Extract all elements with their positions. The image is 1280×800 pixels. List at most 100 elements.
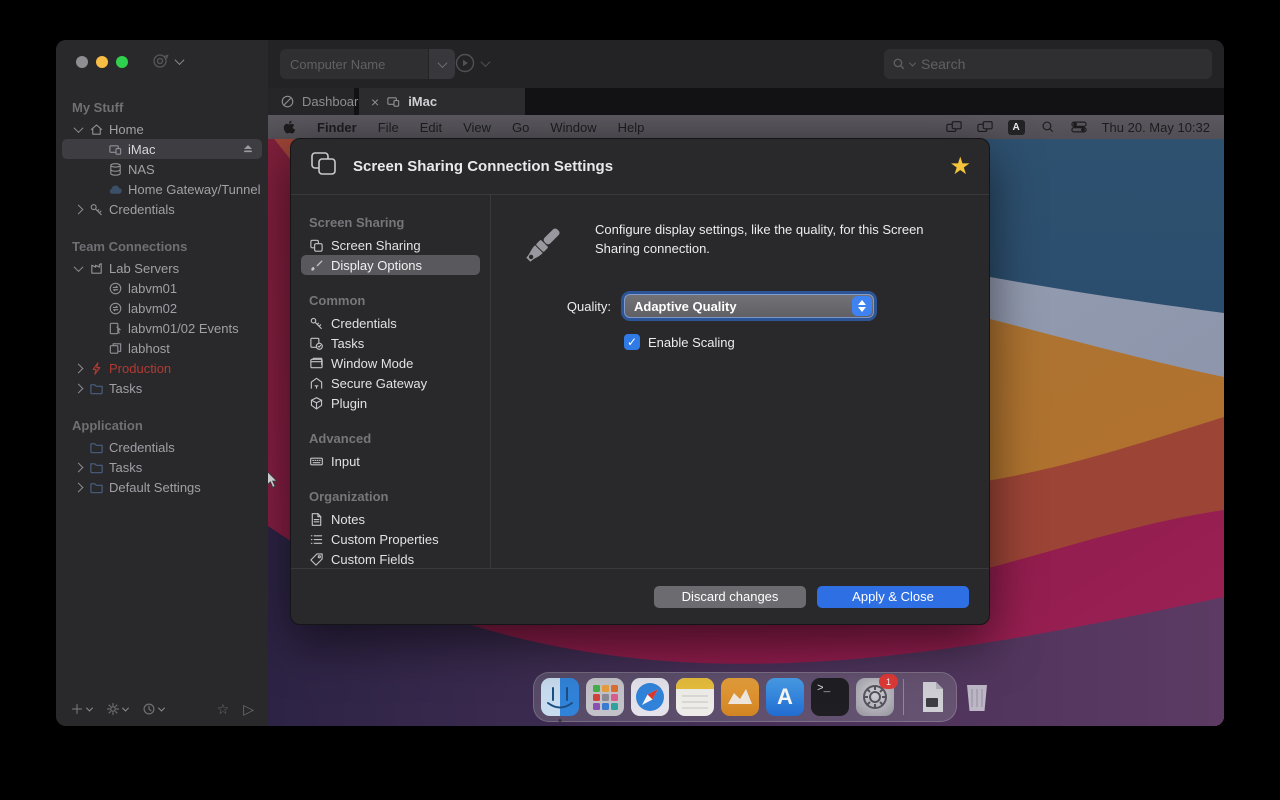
menu-go[interactable]: Go [512, 120, 529, 135]
chevron-right-icon[interactable] [73, 204, 83, 214]
dialog-nav: Screen Sharing Screen Sharing Display Op… [291, 195, 491, 568]
dashboard-icon [280, 94, 295, 109]
sidebar-item-app-tasks[interactable]: Tasks [62, 457, 262, 477]
apply-close-button[interactable]: Apply & Close [817, 586, 969, 608]
sidebar-item-labvm02[interactable]: labvm02 [62, 298, 262, 318]
settings-button[interactable] [106, 702, 128, 716]
chevron-down-icon[interactable] [73, 262, 83, 272]
close-tab-icon[interactable]: × [371, 95, 379, 109]
select-stepper-icon [852, 296, 872, 316]
connect-button[interactable] [454, 52, 489, 74]
sidebar-item-production[interactable]: Production [62, 358, 262, 378]
sidebar-item-labhost[interactable]: labhost [62, 338, 262, 358]
trash-dock-icon[interactable] [958, 678, 996, 716]
plus-icon [70, 702, 84, 716]
nav-item-custom-fields[interactable]: Custom Fields [301, 549, 480, 569]
menu-view[interactable]: View [463, 120, 491, 135]
keyboard-icon [309, 454, 324, 469]
apple-logo-icon[interactable] [282, 119, 296, 135]
chevron-down-icon [437, 58, 447, 68]
menu-file[interactable]: File [378, 120, 399, 135]
menu-finder[interactable]: Finder [317, 120, 357, 135]
nav-item-tasks[interactable]: Tasks [301, 333, 480, 353]
sidebar-item-tasks[interactable]: Tasks [62, 378, 262, 398]
search-input[interactable] [919, 55, 1204, 73]
nav-item-display-options[interactable]: Display Options [301, 255, 480, 275]
sidebar-item-default-settings[interactable]: Default Settings [62, 477, 262, 497]
displays-icon[interactable] [977, 120, 993, 134]
tab-dashboard[interactable]: Dashboard [268, 88, 354, 115]
screens-icon [309, 238, 324, 253]
chevron-right-icon[interactable] [73, 383, 83, 393]
favorite-star-icon[interactable]: ★ [949, 155, 971, 179]
minimize-window-button[interactable] [96, 56, 108, 68]
sidebar-item-lab-servers[interactable]: Lab Servers [62, 258, 262, 278]
connect-target-button[interactable] [152, 52, 183, 70]
list-icon [309, 532, 324, 547]
quality-label: Quality: [491, 299, 611, 314]
sidebar-item-labvm-events[interactable]: labvm01/02 Events [62, 318, 262, 338]
run-icon[interactable]: ▷ [243, 701, 254, 718]
quality-row: Quality: Adaptive Quality [491, 294, 874, 318]
sidebar-item-home-gateway[interactable]: Home Gateway/Tunnel [62, 179, 262, 199]
nav-item-plugin[interactable]: Plugin [301, 393, 480, 413]
running-indicator [559, 719, 562, 722]
sidebar-item-label: NAS [128, 162, 155, 177]
finder-dock-icon[interactable] [541, 678, 579, 716]
remote-session-view[interactable]: Finder File Edit View Go Window Help A T… [268, 115, 1224, 726]
chevron-right-icon[interactable] [73, 482, 83, 492]
spotlight-icon[interactable] [1040, 120, 1056, 134]
sidebar-item-credentials[interactable]: Credentials [62, 199, 262, 219]
nav-item-credentials[interactable]: Credentials [301, 313, 480, 333]
computer-name-dropdown-button[interactable] [429, 49, 455, 79]
computer-name-input[interactable] [280, 49, 428, 79]
zoom-window-button[interactable] [116, 56, 128, 68]
sidebar-item-label: Lab Servers [109, 261, 179, 276]
tab-imac[interactable]: × iMac [359, 88, 525, 115]
displays-icon[interactable] [946, 120, 962, 134]
system-preferences-dock-icon[interactable]: 1 [856, 678, 894, 716]
sidebar-item-label: Credentials [109, 202, 175, 217]
nav-item-custom-properties[interactable]: Custom Properties [301, 529, 480, 549]
menu-edit[interactable]: Edit [420, 120, 442, 135]
add-button[interactable] [70, 702, 92, 716]
discard-changes-button[interactable]: Discard changes [654, 586, 806, 608]
favorite-star-icon[interactable]: ☆ [217, 701, 230, 718]
sync-button[interactable] [142, 702, 164, 716]
document-dock-icon[interactable] [913, 678, 951, 716]
sidebar-item-app-credentials[interactable]: Credentials [62, 437, 262, 457]
search-field[interactable] [884, 49, 1212, 79]
chevron-right-icon[interactable] [73, 462, 83, 472]
menu-bar-clock[interactable]: Thu 20. May 10:32 [1102, 120, 1210, 135]
safari-dock-icon[interactable] [631, 678, 669, 716]
sidebar-item-nas[interactable]: NAS [62, 159, 262, 179]
royal-tsx-dock-icon[interactable] [721, 678, 759, 716]
chevron-down-icon[interactable] [73, 123, 83, 133]
nav-item-label: Custom Properties [331, 532, 439, 547]
input-source-icon[interactable]: A [1008, 120, 1025, 135]
launchpad-dock-icon[interactable] [586, 678, 624, 716]
sidebar-item-label: labvm01 [128, 281, 177, 296]
nav-item-notes[interactable]: Notes [301, 509, 480, 529]
eject-icon[interactable] [242, 142, 254, 157]
chevron-right-icon[interactable] [73, 363, 83, 373]
app-store-dock-icon[interactable]: A [766, 678, 804, 716]
enable-scaling-checkbox[interactable]: ✓ [624, 334, 640, 350]
nav-item-window-mode[interactable]: Window Mode [301, 353, 480, 373]
screen: My Stuff Home iMac NAS Home Gateway/Tunn… [0, 0, 1280, 800]
sidebar-item-imac[interactable]: iMac [62, 139, 262, 159]
menu-help[interactable]: Help [618, 120, 645, 135]
control-center-icon[interactable] [1071, 120, 1087, 134]
menu-window[interactable]: Window [550, 120, 596, 135]
close-window-button[interactable] [76, 56, 88, 68]
nav-item-secure-gateway[interactable]: Secure Gateway [301, 373, 480, 393]
quality-select[interactable]: Adaptive Quality [624, 294, 874, 318]
sidebar-item-labvm01[interactable]: labvm01 [62, 278, 262, 298]
nav-item-label: Credentials [331, 316, 397, 331]
royal-tsx-window: My Stuff Home iMac NAS Home Gateway/Tunn… [56, 40, 1224, 726]
terminal-dock-icon[interactable]: >_ [811, 678, 849, 716]
sidebar-item-home[interactable]: Home [62, 119, 262, 139]
nav-item-input[interactable]: Input [301, 451, 480, 471]
notes-dock-icon[interactable] [676, 678, 714, 716]
nav-item-screen-sharing[interactable]: Screen Sharing [301, 235, 480, 255]
